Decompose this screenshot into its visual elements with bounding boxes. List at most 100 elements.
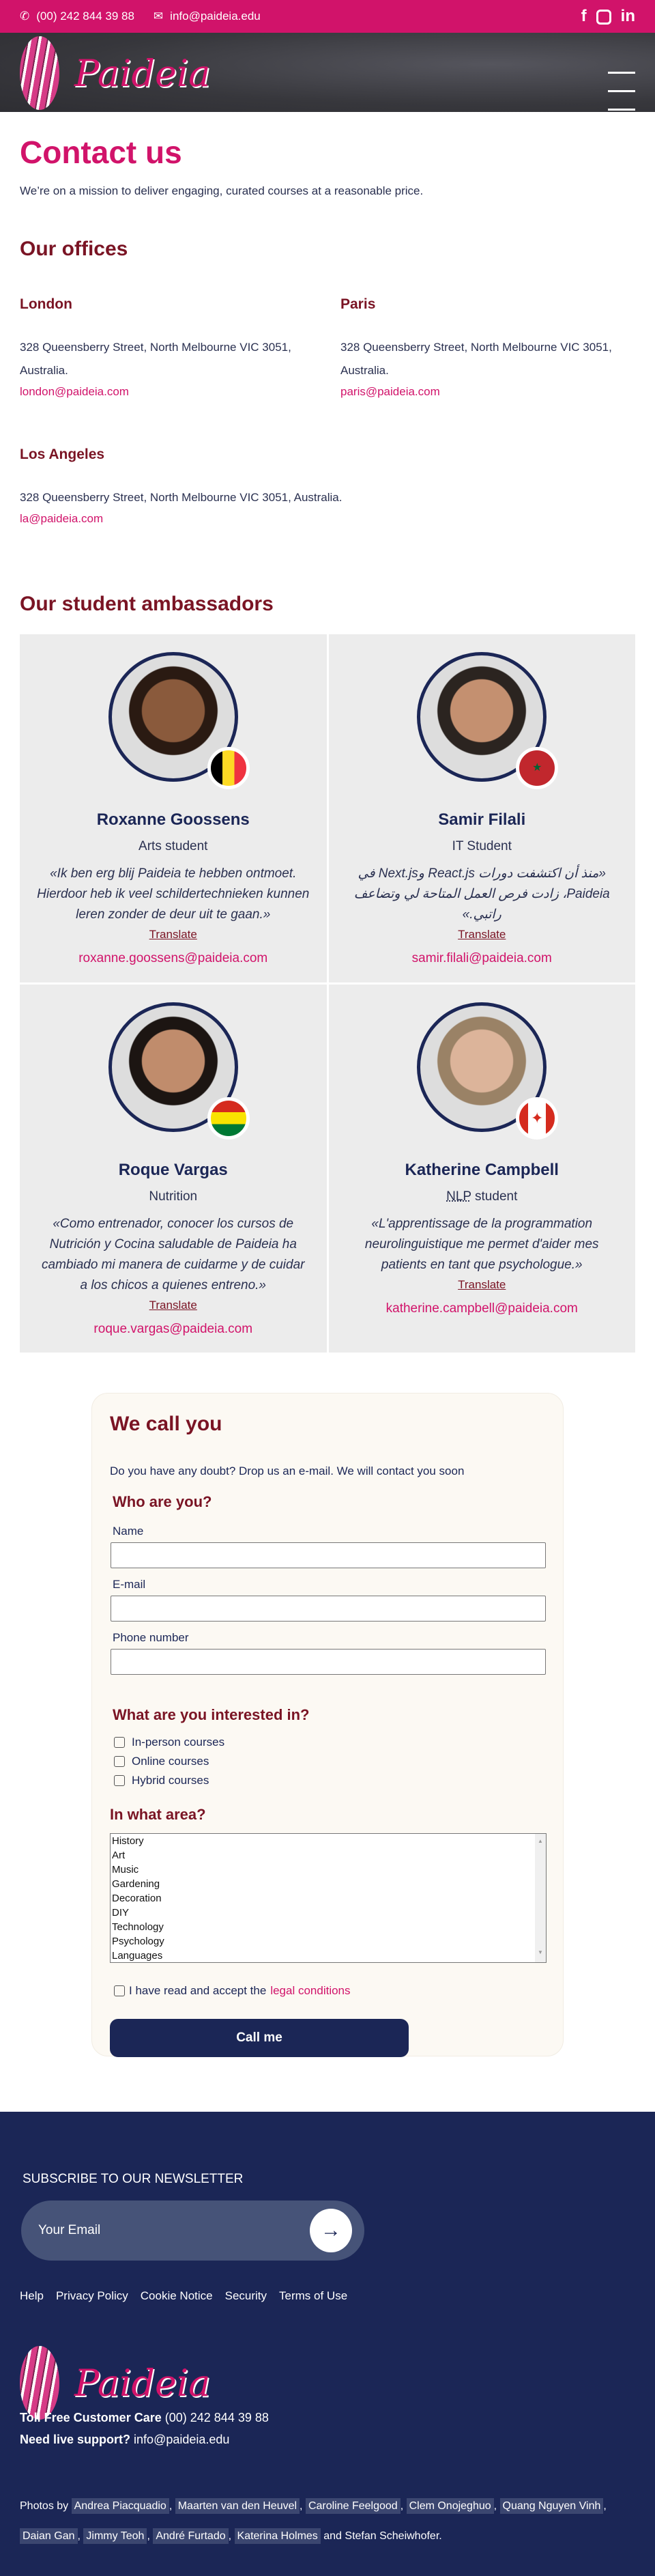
ambassadors-grid: Roxanne Goossens Arts student «Ik ben er… (20, 634, 635, 1353)
callback-form: We call you Do you have any doubt? Drop … (91, 1393, 564, 2057)
linkedin-icon[interactable]: in (621, 7, 635, 26)
email-contact[interactable]: ✉ info@paideia.edu (154, 10, 261, 23)
area-option[interactable]: Technology (112, 1920, 546, 1934)
checkbox-online[interactable]: Online courses (114, 1754, 545, 1769)
photographer-link[interactable]: André Furtado (153, 2528, 229, 2544)
office-paris: Paris 328 Queensberry Street, North Melb… (340, 296, 641, 399)
instagram-icon[interactable] (596, 10, 611, 25)
care-phone: (00) 242 844 39 88 (164, 2411, 269, 2424)
translate-link[interactable]: Translate (149, 1299, 197, 1312)
office-address: 328 Queensberry Street, North Melbourne … (20, 341, 291, 377)
avatar: ✦ (417, 1002, 559, 1140)
form-intro: Do you have any doubt? Drop us an e-mail… (110, 1464, 465, 1477)
photo-credits: Photos by Andrea Piacquadio, Maarten van… (20, 2491, 641, 2551)
logo-text: Paideia (74, 2361, 211, 2405)
legal-text: I have read and accept the (129, 1984, 267, 1997)
phone-contact[interactable]: ✆ (00) 242 844 39 88 (20, 10, 134, 23)
logo-text: Paideia (74, 51, 211, 95)
ambassador-quote: «Ik ben erg blij Paideia te hebben ontmo… (37, 866, 310, 922)
translate-link[interactable]: Translate (149, 928, 197, 942)
area-listbox[interactable]: History Art Music Gardening Decoration D… (110, 1833, 547, 1963)
footer-link-privacy[interactable]: Privacy Policy (56, 2289, 128, 2303)
newsletter-email-input[interactable]: Your Email → (21, 2200, 364, 2261)
checkbox-in-person[interactable]: In-person courses (114, 1735, 545, 1750)
area-option[interactable]: History (112, 1834, 546, 1848)
ambassador-email[interactable]: roque.vargas@paideia.com (20, 1322, 327, 1337)
photographer-link[interactable]: Daian Gan (20, 2528, 78, 2544)
photographer-link[interactable]: Clem Onojeghuo (406, 2498, 494, 2514)
email-placeholder: Your Email (38, 2223, 101, 2237)
email-label: E-mail (113, 1578, 146, 1591)
photographer-link[interactable]: Andrea Piacquadio (71, 2498, 169, 2514)
ambassador-email[interactable]: roxanne.goossens@paideia.com (20, 951, 327, 966)
footer-link-terms[interactable]: Terms of Use (279, 2289, 347, 2303)
office-email[interactable]: la@paideia.com (20, 512, 566, 526)
office-city: Paris (340, 296, 376, 312)
footer-link-cookie[interactable]: Cookie Notice (141, 2289, 213, 2303)
checkbox-hybrid[interactable]: Hybrid courses (114, 1773, 545, 1788)
footer-link-security[interactable]: Security (225, 2289, 267, 2303)
legal-checkbox[interactable]: I have read and accept the legal conditio… (114, 1983, 545, 1998)
avatar (108, 1002, 250, 1140)
scrollbar[interactable]: ▲ ▼ (535, 1834, 546, 1962)
photographer-link[interactable]: Caroline Feelgood (305, 2498, 401, 2514)
ambassador-card: ✦ Katherine Campbell NLP student «L'appr… (328, 984, 636, 1353)
menu-icon[interactable] (608, 72, 635, 127)
office-address: 328 Queensberry Street, North Melbourne … (340, 341, 612, 377)
ambassador-card: Roxanne Goossens Arts student «Ik ben er… (20, 634, 327, 982)
photographer-link[interactable]: Quang Nguyen Vinh (499, 2498, 604, 2514)
newsletter-label: SUBSCRIBE TO OUR NEWSLETTER (23, 2172, 244, 2186)
area-heading: In what area? (110, 1806, 206, 1823)
footer-link-help[interactable]: Help (20, 2289, 44, 2303)
facebook-icon[interactable]: f (581, 7, 587, 26)
who-heading: Who are you? (113, 1493, 212, 1510)
interest-heading: What are you interested in? (113, 1706, 310, 1723)
area-option[interactable]: Languages (112, 1949, 546, 1963)
area-option[interactable]: Music (112, 1863, 546, 1877)
ambassador-name: Samir Filali (438, 810, 526, 829)
photographer-link[interactable]: Jimmy Teoh (83, 2528, 147, 2544)
area-option[interactable]: Gardening (112, 1877, 546, 1891)
name-label: Name (113, 1525, 144, 1538)
translate-link[interactable]: Translate (458, 1278, 506, 1292)
email-address: info@paideia.edu (170, 10, 261, 23)
care-label: Toll Free Customer Care (20, 2411, 162, 2424)
phone-label: Phone number (113, 1631, 189, 1644)
credits-prefix: Photos by (20, 2500, 69, 2512)
arrow-right-icon[interactable]: → (310, 2209, 352, 2252)
translate-link[interactable]: Translate (458, 928, 506, 942)
area-option[interactable]: Psychology (112, 1934, 546, 1949)
office-address: 328 Queensberry Street, North Melbourne … (20, 491, 343, 504)
avatar: ★ (417, 652, 559, 789)
call-me-button[interactable]: Call me (110, 2019, 409, 2057)
role-abbreviation: NLP (446, 1189, 471, 1204)
ambassadors-heading: Our student ambassadors (20, 593, 274, 615)
phone-number: (00) 242 844 39 88 (36, 10, 134, 23)
bolivia-flag-icon (207, 1096, 250, 1140)
ambassador-card: Roque Vargas Nutrition «Como entrenador,… (20, 984, 327, 1353)
office-email[interactable]: paris@paideia.com (340, 385, 641, 399)
photographer-link[interactable]: Maarten van den Heuvel (175, 2498, 300, 2514)
offices-heading: Our offices (20, 238, 128, 260)
ambassador-role: IT Student (452, 839, 512, 853)
area-option[interactable]: Art (112, 1848, 546, 1863)
option-label: Hybrid courses (132, 1774, 209, 1787)
footer-links: Help Privacy Policy Cookie Notice Securi… (20, 2289, 347, 2303)
support-label: Need live support? (20, 2433, 131, 2446)
area-option[interactable]: DIY (112, 1906, 546, 1920)
name-input[interactable] (111, 1542, 546, 1568)
ambassador-email[interactable]: samir.filali@paideia.com (329, 951, 636, 966)
legal-conditions-link[interactable]: legal conditions (270, 1984, 350, 1998)
photographer-link[interactable]: Katerina Holmes (234, 2528, 321, 2544)
ambassador-email[interactable]: katherine.campbell@paideia.com (329, 1301, 636, 1316)
morocco-flag-icon: ★ (516, 747, 559, 789)
office-email[interactable]: london@paideia.com (20, 385, 320, 399)
logo[interactable]: Paideia (20, 36, 210, 110)
email-input[interactable] (111, 1596, 546, 1622)
form-title: We call you (110, 1413, 222, 1435)
phone-input[interactable] (111, 1649, 546, 1675)
office-london: London 328 Queensberry Street, North Mel… (20, 296, 320, 399)
page-title: Contact us (20, 135, 182, 170)
area-option[interactable]: Decoration (112, 1891, 546, 1906)
page-subtitle: We’re on a mission to deliver engaging, … (20, 184, 424, 197)
